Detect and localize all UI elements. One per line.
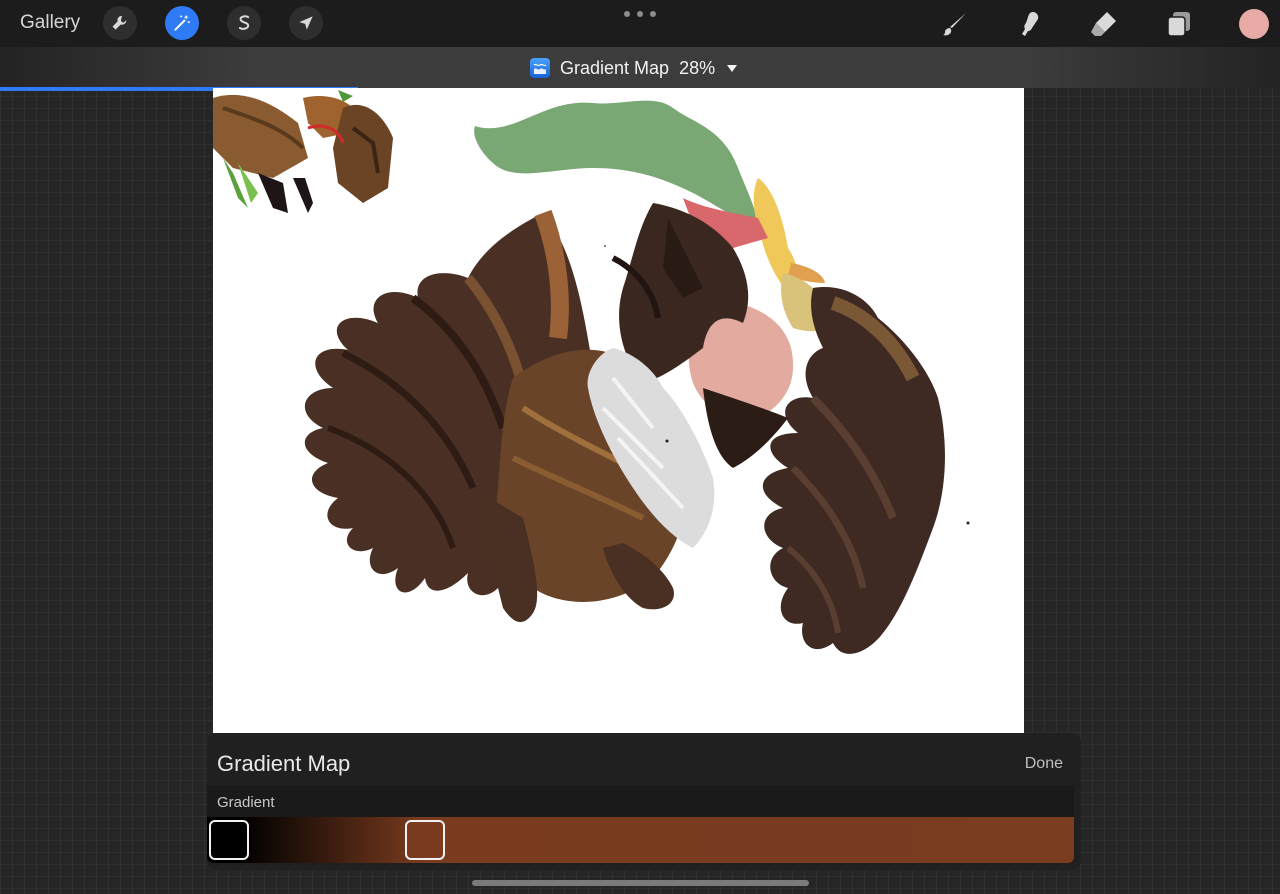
reference-sketch <box>213 90 393 213</box>
wrench-icon <box>112 15 127 30</box>
adjustment-title: Gradient Map <box>560 57 670 78</box>
layers-button[interactable] <box>1162 8 1196 40</box>
home-indicator <box>472 880 809 886</box>
adjustment-percent: 28% <box>679 57 716 78</box>
smudge-finger-icon <box>1022 12 1039 36</box>
gradient-stop-black[interactable] <box>209 820 249 860</box>
done-button[interactable]: Done <box>1025 755 1063 773</box>
color-picker-swatch[interactable] <box>1239 9 1269 39</box>
adjustments-button[interactable] <box>165 6 199 40</box>
selection-button[interactable] <box>227 6 261 40</box>
selection-s-icon <box>238 15 250 30</box>
gradient-map-panel: Gradient Map Done Gradient <box>207 733 1081 870</box>
arrow-cursor-icon <box>299 16 313 30</box>
gradient-label: Gradient <box>217 794 275 811</box>
adjustment-mode-header[interactable]: Gradient Map 28% <box>530 56 739 80</box>
artwork-griffin <box>213 90 970 654</box>
layers-icon <box>1167 12 1190 37</box>
drawing-canvas[interactable] <box>213 88 1024 733</box>
more-options-icon[interactable] <box>624 8 656 20</box>
eraser-button[interactable] <box>1087 8 1121 40</box>
smudge-button[interactable] <box>1012 8 1046 40</box>
brush-button[interactable] <box>938 8 972 40</box>
gradient-section-header: Gradient <box>207 786 1074 817</box>
gradient-stop-brown[interactable] <box>405 820 445 860</box>
top-toolbar: Gallery <box>0 0 1280 47</box>
actions-button[interactable] <box>103 6 137 40</box>
gradient-bar[interactable] <box>207 817 1074 863</box>
brush-icon <box>943 13 966 36</box>
magic-wand-icon <box>174 14 190 31</box>
eraser-icon <box>1091 12 1116 36</box>
gallery-button[interactable]: Gallery <box>20 12 80 34</box>
panel-title: Gradient Map <box>217 751 351 776</box>
transform-button[interactable] <box>289 6 323 40</box>
chevron-down-icon[interactable] <box>725 61 739 75</box>
gradient-map-icon <box>530 58 550 78</box>
